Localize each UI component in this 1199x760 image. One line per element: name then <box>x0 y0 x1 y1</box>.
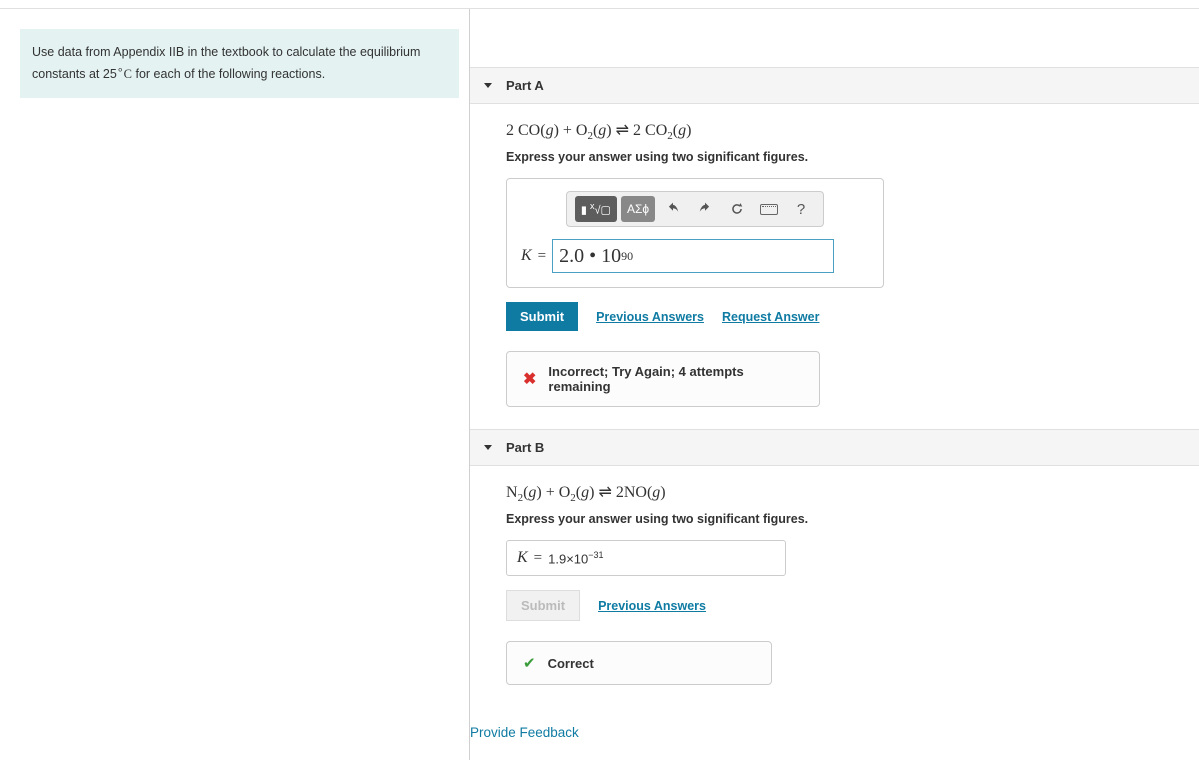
submit-button-disabled: Submit <box>506 590 580 621</box>
provide-feedback-link[interactable]: Provide Feedback <box>470 725 1199 760</box>
degree-symbol: ∘ <box>117 64 124 76</box>
correct-icon: ✔ <box>523 654 536 672</box>
part-b-instruction: Express your answer using two significan… <box>506 512 1199 526</box>
part-a-header[interactable]: Part A <box>470 67 1199 104</box>
part-b-feedback-text: Correct <box>548 656 594 671</box>
part-b-buttons: Submit Previous Answers <box>506 590 1199 621</box>
part-b-body: N2(g) + O2(g) ⇌ 2NO(g) Express your answ… <box>470 466 1199 685</box>
undo-button[interactable] <box>659 196 687 222</box>
right-column: Part A 2 CO(g) + O2(g) ⇌ 2 CO2(g) Expres… <box>470 9 1199 760</box>
part-b-answer-box: K = 1.9×10−31 <box>506 540 786 576</box>
problem-instructions: Use data from Appendix IIB in the textbo… <box>20 29 459 98</box>
undo-icon <box>666 202 680 216</box>
part-b-equation: N2(g) + O2(g) ⇌ 2NO(g) <box>506 482 1199 504</box>
answer-value: 2.0 • 10 <box>559 245 621 268</box>
greek-button[interactable]: ΑΣϕ <box>621 196 655 222</box>
instructions-text-after: for each of the following reactions. <box>132 67 325 81</box>
left-column: Use data from Appendix IIB in the textbo… <box>0 9 470 760</box>
part-a-feedback: ✖ Incorrect; Try Again; 4 attempts remai… <box>506 351 820 407</box>
part-a-equation: 2 CO(g) + O2(g) ⇌ 2 CO2(g) <box>506 120 1199 142</box>
part-b-feedback: ✔ Correct <box>506 641 772 685</box>
chevron-down-icon <box>484 83 492 88</box>
part-a-answer-input[interactable]: 2.0 • 1090 <box>552 239 834 273</box>
help-button[interactable]: ? <box>787 196 815 222</box>
reset-icon <box>730 202 744 216</box>
submit-button[interactable]: Submit <box>506 302 578 331</box>
part-b-title: Part B <box>506 440 544 455</box>
keyboard-icon <box>760 204 778 215</box>
reset-button[interactable] <box>723 196 751 222</box>
keyboard-button[interactable] <box>755 196 783 222</box>
equals-sign: = <box>538 248 546 265</box>
answer-exponent: 90 <box>621 249 633 264</box>
unit-c: C <box>124 67 132 81</box>
template-icon: ▮ x√▢ <box>581 201 611 217</box>
template-button[interactable]: ▮ x√▢ <box>575 196 617 222</box>
part-a-answer-box: ▮ x√▢ ΑΣϕ ? <box>506 178 884 288</box>
part-a-body: 2 CO(g) + O2(g) ⇌ 2 CO2(g) Express your … <box>470 104 1199 407</box>
part-a-instruction: Express your answer using two significan… <box>506 150 1199 164</box>
k-label: K <box>521 247 532 265</box>
part-b-answer-value: 1.9×10−31 <box>548 550 603 566</box>
part-b-header[interactable]: Part B <box>470 429 1199 466</box>
redo-button[interactable] <box>691 196 719 222</box>
redo-icon <box>698 202 712 216</box>
chevron-down-icon <box>484 445 492 450</box>
previous-answers-link-b[interactable]: Previous Answers <box>598 599 706 613</box>
k-label-b: K <box>517 549 528 567</box>
equation-toolbar: ▮ x√▢ ΑΣϕ ? <box>566 191 824 227</box>
previous-answers-link[interactable]: Previous Answers <box>596 310 704 324</box>
incorrect-icon: ✖ <box>523 369 536 389</box>
request-answer-link[interactable]: Request Answer <box>722 310 819 324</box>
part-a-buttons: Submit Previous Answers Request Answer <box>506 302 1199 331</box>
part-a-title: Part A <box>506 78 544 93</box>
equals-sign-b: = <box>534 550 542 567</box>
part-a-answer-row: K = 2.0 • 1090 <box>521 239 869 273</box>
part-a-feedback-text: Incorrect; Try Again; 4 attempts remaini… <box>548 364 803 394</box>
